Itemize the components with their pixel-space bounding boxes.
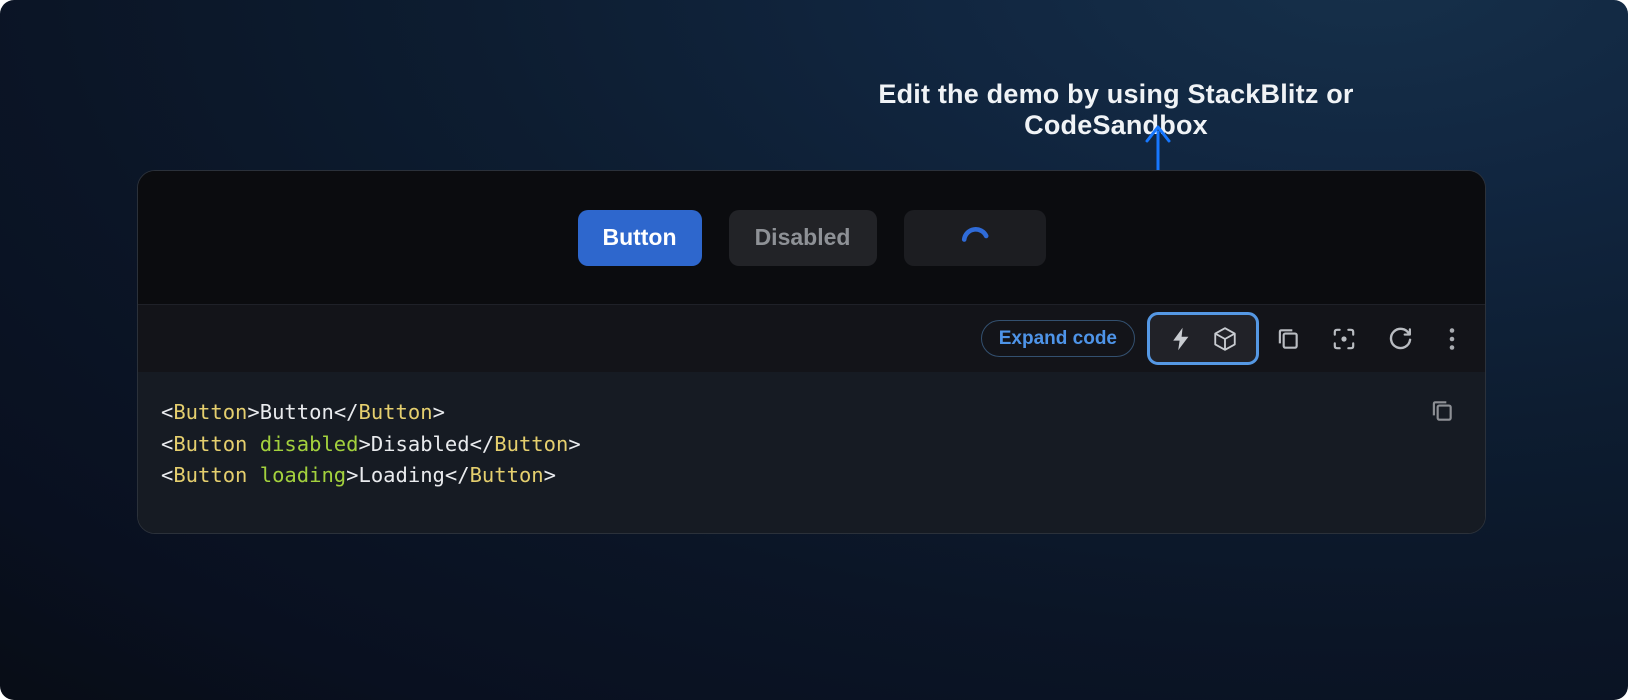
primary-button[interactable]: Button — [578, 210, 702, 266]
code-token-tag: Button — [494, 432, 568, 456]
code-token-tag: Button — [173, 432, 247, 456]
code-token-tag: Button — [470, 463, 544, 487]
reload-icon — [1388, 326, 1413, 351]
code-token-text: Loading — [359, 463, 445, 487]
code-token: </ — [334, 400, 359, 424]
stackblitz-bolt-icon — [1170, 327, 1192, 351]
copy-icon — [1429, 412, 1455, 427]
stackblitz-button[interactable] — [1168, 326, 1194, 352]
code-token-tag: Button — [173, 400, 247, 424]
code-block: <Button>Button</Button> <Button disabled… — [138, 372, 1485, 534]
copy-icon — [1275, 326, 1301, 352]
demo-preview-area: Button Disabled — [138, 171, 1485, 304]
code-token: > — [568, 432, 580, 456]
code-token: > — [544, 463, 556, 487]
code-token: > — [433, 400, 445, 424]
demo-toolbar: Expand code — [138, 304, 1485, 372]
code-token-text: Button — [260, 400, 334, 424]
standalone-demo-button[interactable] — [1331, 326, 1357, 352]
code-token: </ — [445, 463, 470, 487]
refresh-demo-button[interactable] — [1387, 326, 1413, 352]
code-line-1: <Button>Button</Button> — [161, 397, 1485, 429]
expand-code-button[interactable]: Expand code — [981, 320, 1135, 357]
loading-button[interactable] — [904, 210, 1046, 266]
more-actions-button[interactable] — [1443, 326, 1461, 352]
code-line-3: <Button loading>Loading</Button> — [161, 460, 1485, 492]
code-token-tag: Button — [173, 463, 247, 487]
docs-page: Edit the demo by using StackBlitz or Cod… — [0, 0, 1628, 700]
code-token: < — [161, 400, 173, 424]
copy-demo-button[interactable] — [1275, 326, 1301, 352]
code-token: </ — [470, 432, 495, 456]
codesandbox-cube-icon — [1212, 326, 1238, 352]
disabled-button[interactable]: Disabled — [729, 210, 877, 266]
codesandbox-button[interactable] — [1212, 326, 1238, 352]
code-token: > — [359, 432, 371, 456]
edit-demo-highlight-group — [1147, 312, 1259, 365]
code-line-2: <Button disabled>Disabled</Button> — [161, 429, 1485, 461]
component-demo-card: Button Disabled Expand code — [137, 170, 1486, 534]
loading-spinner-icon — [960, 220, 990, 256]
copy-code-button[interactable] — [1429, 398, 1455, 424]
code-token: > — [346, 463, 358, 487]
code-token: < — [161, 463, 173, 487]
code-token-attr: loading — [247, 463, 346, 487]
standalone-scan-icon — [1331, 326, 1357, 352]
code-token-tag: Button — [359, 400, 433, 424]
more-dots-icon — [1449, 327, 1455, 351]
code-token: > — [247, 400, 259, 424]
code-token-attr: disabled — [247, 432, 358, 456]
code-token: < — [161, 432, 173, 456]
code-token-text: Disabled — [371, 432, 470, 456]
